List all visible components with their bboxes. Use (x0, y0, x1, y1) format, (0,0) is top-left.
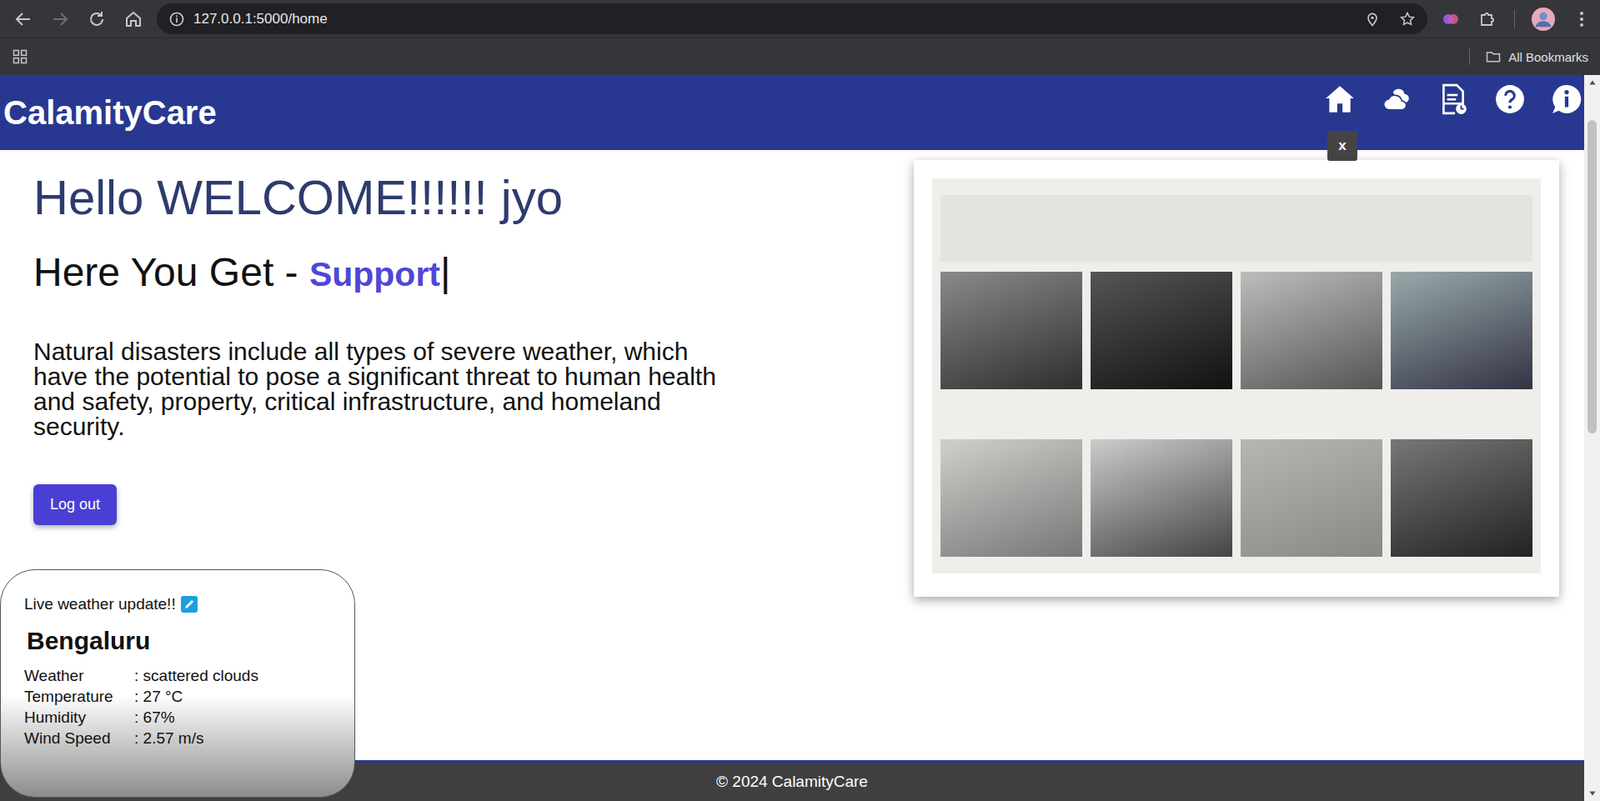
edit-icon[interactable] (180, 596, 198, 613)
typing-cursor: | (440, 250, 451, 295)
home-icon[interactable] (1324, 83, 1356, 116)
close-button[interactable]: x (1327, 130, 1358, 161)
reload-icon[interactable] (86, 9, 107, 30)
all-bookmarks[interactable]: All Bookmarks (1484, 48, 1589, 66)
disaster-image-card (913, 160, 1560, 597)
weather-card: Live weather update!! Bengaluru Weather: s… (0, 569, 356, 798)
toolbar-divider (1514, 10, 1515, 29)
scroll-up-icon[interactable] (1587, 77, 1598, 88)
star-icon[interactable] (1399, 10, 1416, 28)
help-icon[interactable] (1494, 83, 1526, 116)
location-icon[interactable] (1364, 10, 1381, 28)
disaster-image (932, 178, 1541, 574)
info-icon[interactable] (168, 10, 186, 28)
scroll-down-icon[interactable] (1587, 788, 1598, 799)
forward-arrow-icon[interactable] (50, 9, 71, 30)
menu-dots-icon[interactable] (1571, 9, 1592, 30)
cloud-icon[interactable] (1380, 83, 1413, 116)
profile-avatar-icon[interactable] (1531, 7, 1555, 31)
weather-row: Wind Speed: 2.57 m/s (24, 727, 338, 749)
logo[interactable]: CalamityCare (3, 94, 217, 132)
image-section (913, 150, 1585, 761)
bookmarks-divider (1469, 48, 1470, 66)
tagline: Here You Get - Support| (33, 248, 718, 297)
back-arrow-icon[interactable] (13, 9, 34, 30)
home-icon[interactable] (123, 9, 144, 30)
address-bar[interactable]: 127.0.0.1:5000/home (156, 3, 1428, 35)
typed-word: Support (309, 255, 441, 294)
report-clock-icon[interactable] (1437, 83, 1470, 116)
extension-brain-icon[interactable] (1440, 9, 1461, 30)
weather-row: Humidity: 67% (24, 707, 338, 728)
bookmarks-bar: All Bookmarks (0, 37, 1600, 76)
page-viewport: CalamityCare Hello WELCOME!!!!!! jyo Here … (0, 75, 1600, 801)
weather-title: Live weather update!! (24, 595, 176, 614)
scrollbar-thumb[interactable] (1587, 120, 1597, 434)
weather-row: Weather: scattered clouds (24, 665, 338, 687)
weather-city: Bengaluru (26, 626, 338, 656)
description: Natural disasters include all types of s… (33, 339, 718, 440)
puzzle-icon[interactable] (1477, 9, 1498, 30)
weather-row: Temperature: 27 °C (24, 686, 338, 708)
url-text[interactable]: 127.0.0.1:5000/home (193, 10, 328, 28)
about-icon[interactable] (1550, 83, 1583, 116)
site-nav (1324, 83, 1583, 116)
greeting-heading: Hello WELCOME!!!!!! jyo (33, 168, 718, 227)
logout-button[interactable]: Log out (33, 484, 117, 526)
apps-grid-icon[interactable] (11, 48, 29, 66)
browser-window: 127.0.0.1:5000/home All Bookmarks Calamity… (0, 0, 1600, 801)
scrollbar[interactable] (1584, 75, 1600, 801)
folder-icon (1484, 48, 1502, 66)
browser-toolbar: 127.0.0.1:5000/home (0, 0, 1600, 38)
